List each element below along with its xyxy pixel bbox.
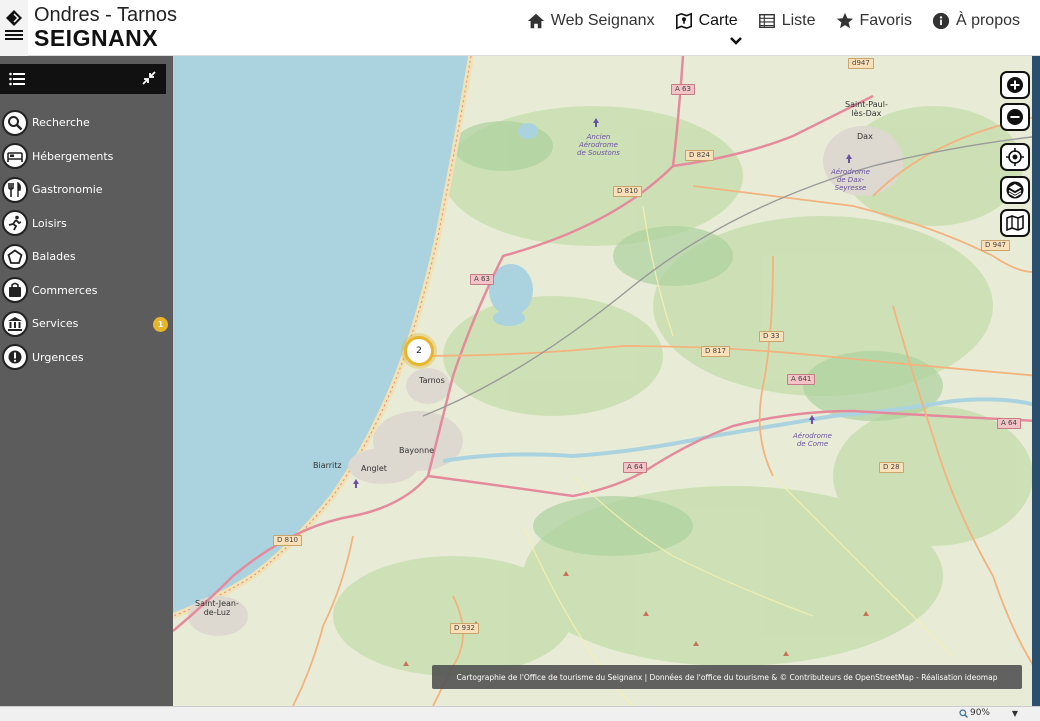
road-label: D 810 (273, 535, 302, 546)
road-label: A 64 (997, 418, 1021, 429)
running-icon (2, 210, 28, 237)
layers-button[interactable] (1000, 176, 1030, 204)
category-list: Recherche Hébergements Gastronomie Loisi… (0, 106, 173, 374)
menu-list-icon[interactable] (9, 72, 25, 86)
pentagon-icon (2, 243, 28, 270)
map-attribution: Cartographie de l'Office de tourisme du … (432, 665, 1022, 689)
road-label: D 810 (613, 186, 642, 197)
road-label: D 947 (981, 240, 1010, 251)
notification-badge: 1 (153, 317, 168, 332)
collapse-icon[interactable] (142, 71, 156, 85)
brand-subtitle: Ondres - Tarnos (34, 4, 178, 26)
airport-dax: Aérodrome de Dax- Seyresse (831, 168, 870, 192)
star-icon (836, 12, 853, 29)
sidebar-toolbar (0, 64, 166, 94)
sidebar-item-label: Recherche (32, 116, 90, 130)
shop-icon (2, 277, 28, 304)
sidebar-item-label: Balades (32, 250, 76, 264)
nav-a-propos[interactable]: À propos (932, 12, 1020, 30)
zoom-in-button[interactable] (1000, 71, 1030, 99)
place-biarritz: Biarritz (313, 461, 342, 470)
plus-icon (1007, 77, 1023, 93)
map-icon (1006, 214, 1024, 232)
road-label: D 33 (759, 331, 784, 342)
sidebar-item-services[interactable]: Services 1 (0, 307, 173, 341)
sidebar-item-hebergements[interactable]: Hébergements (0, 140, 173, 174)
zoom-level-text: 90% (969, 708, 990, 718)
nav-label: Favoris (859, 12, 912, 29)
logo[interactable] (0, 0, 28, 56)
magnifier-icon (959, 708, 968, 718)
minus-icon (1007, 109, 1023, 125)
info-icon (932, 12, 950, 30)
place-tarnos: Tarnos (419, 376, 445, 385)
road-label: A 641 (787, 374, 816, 385)
place-bayonne: Bayonne (399, 446, 435, 455)
basemap-button[interactable] (1000, 209, 1030, 237)
nav-liste[interactable]: Liste (758, 12, 816, 30)
nav-label: Liste (781, 12, 816, 29)
list-icon (758, 13, 775, 29)
app-header: Ondres - Tarnos SEIGNANX Web Seignanx Ca… (0, 0, 1040, 56)
sidebar-item-urgences[interactable]: Urgences (0, 341, 173, 375)
zoom-out-button[interactable] (1000, 103, 1030, 131)
road-label: A 64 (623, 462, 647, 473)
sidebar-item-commerces[interactable]: Commerces (0, 274, 173, 308)
place-saint-jean-de-luz: Saint-Jean- de-Luz (195, 599, 239, 617)
nav-favoris[interactable]: Favoris (836, 12, 912, 30)
crosshair-icon (1006, 148, 1024, 166)
window-edge (1032, 56, 1040, 706)
layers-icon (1006, 181, 1024, 199)
road-label: D 932 (450, 623, 479, 634)
road-label: A 63 (470, 274, 494, 285)
seignanx-logo-icon (5, 10, 23, 40)
sidebar-item-label: Services (32, 317, 79, 331)
place-dax: Dax (857, 132, 873, 141)
road-label: D 28 (879, 462, 904, 473)
brand-title: SEIGNANX (34, 25, 159, 51)
zoom-indicator[interactable]: 90% (959, 708, 990, 718)
nav-carte[interactable]: Carte (675, 12, 738, 30)
sidebar-item-label: Hébergements (32, 149, 114, 163)
airport-come: Aérodrome de Come (793, 432, 832, 448)
road-label: A 63 (671, 84, 695, 95)
brand[interactable]: Ondres - Tarnos SEIGNANX (34, 4, 177, 50)
home-icon (527, 13, 544, 29)
nav-label: À propos (955, 12, 1020, 29)
bank-icon (2, 310, 28, 337)
search-icon (2, 109, 28, 136)
sidebar-item-label: Commerces (32, 283, 98, 297)
map-cluster-marker[interactable]: 2 (404, 336, 434, 366)
sidebar-item-label: Loisirs (32, 216, 67, 230)
sidebar-item-gastronomie[interactable]: Gastronomie (0, 173, 173, 207)
sidebar-item-label: Gastronomie (32, 183, 103, 197)
sidebar: Recherche Hébergements Gastronomie Loisi… (0, 56, 173, 706)
sidebar-item-loisirs[interactable]: Loisirs (0, 207, 173, 241)
map-view[interactable]: Saint-Paul- lès-Dax Dax Tarnos Bayonne B… (173, 56, 1040, 706)
nav-label: Carte (698, 12, 738, 29)
nav-label: Web Seignanx (550, 12, 655, 29)
map-icon (675, 12, 692, 30)
browser-status-bar: 90% ▼ (0, 706, 1040, 721)
sidebar-item-label: Urgences (32, 350, 84, 364)
road-label: D 817 (701, 346, 730, 357)
locate-button[interactable] (1000, 143, 1030, 171)
chevron-down-icon[interactable]: ▼ (1012, 709, 1018, 718)
chevron-down-icon (730, 37, 742, 45)
place-saint-paul-les-dax: Saint-Paul- lès-Dax (845, 100, 888, 118)
warning-icon (2, 344, 28, 371)
sidebar-item-balades[interactable]: Balades (0, 240, 173, 274)
bed-icon (2, 143, 28, 170)
place-anglet: Anglet (361, 464, 387, 473)
main-nav: Web Seignanx Carte Liste Favoris À propo… (527, 0, 1020, 42)
sidebar-item-recherche[interactable]: Recherche (0, 106, 173, 140)
nav-web-seignanx[interactable]: Web Seignanx (527, 12, 655, 30)
road-label: D 824 (685, 150, 714, 161)
airport-soustons: Ancien Aérodrome de Soustons (577, 133, 620, 157)
cutlery-icon (2, 176, 28, 203)
road-label: d947 (848, 58, 874, 69)
